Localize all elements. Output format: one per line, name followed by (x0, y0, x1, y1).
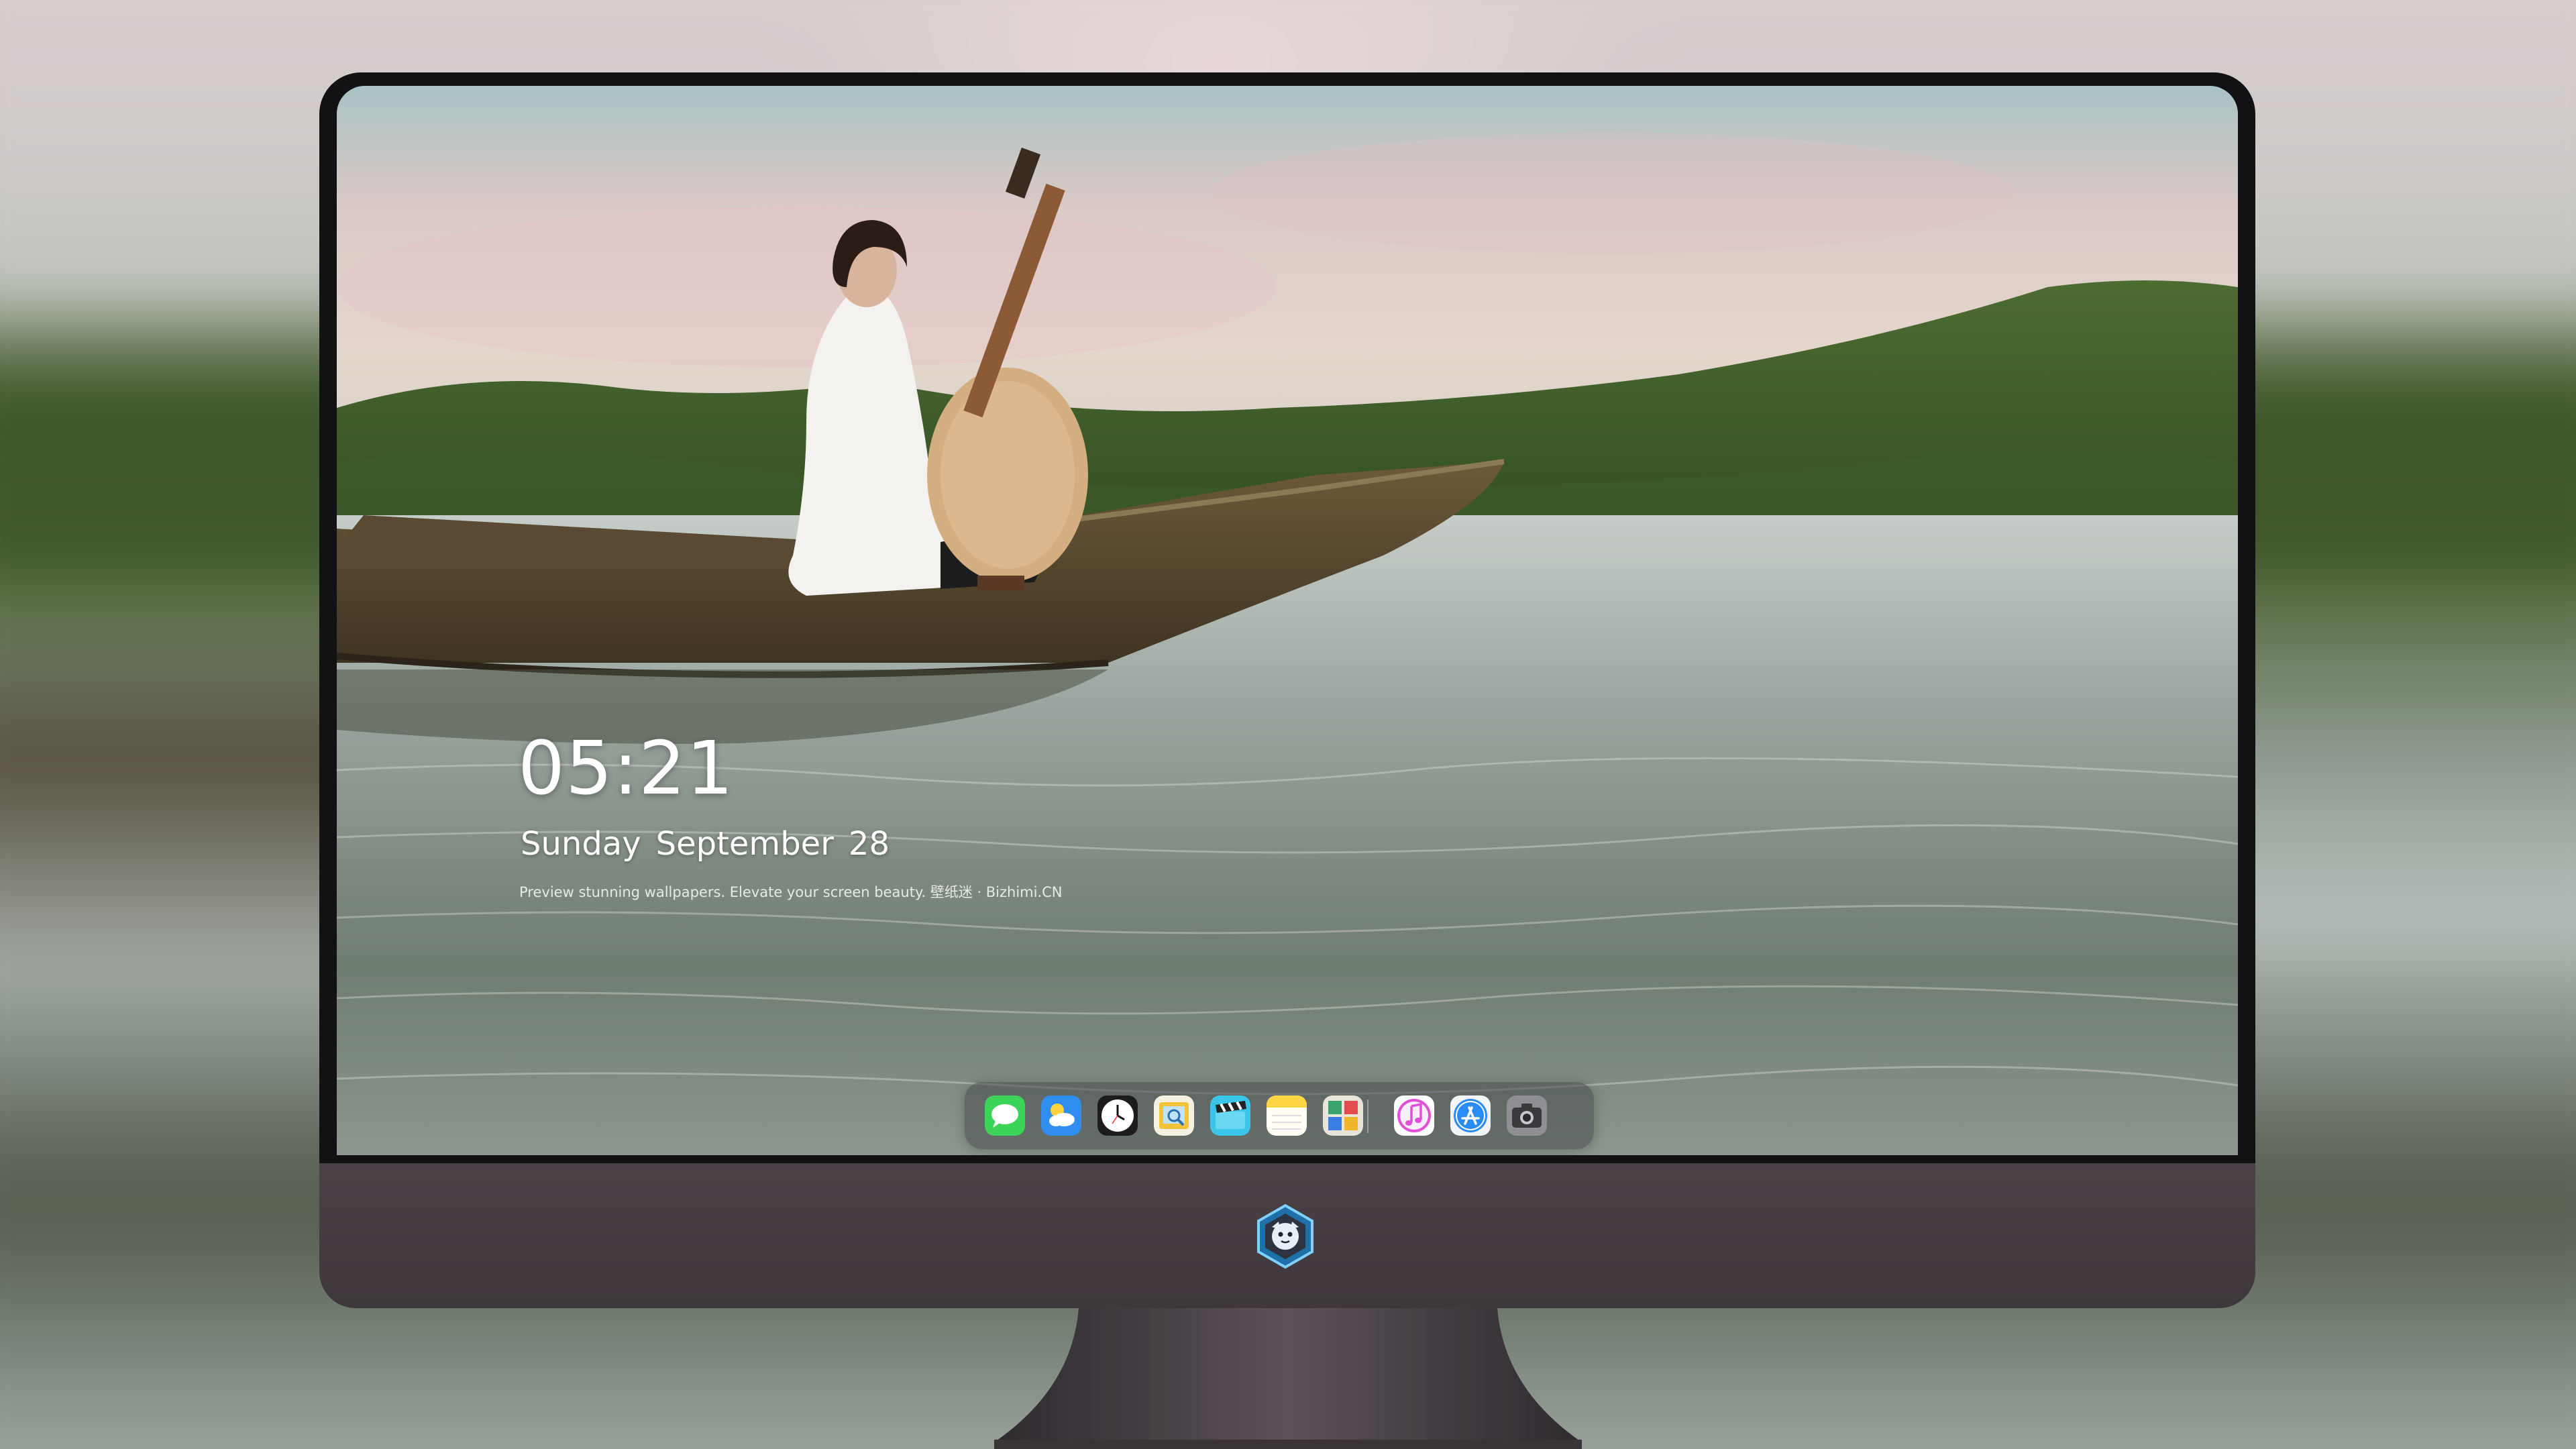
app-store-icon[interactable] (1450, 1095, 1491, 1136)
lock-screen-date: Sunday September 28 (521, 828, 904, 860)
date-day: 28 (848, 825, 890, 863)
music-note-icon[interactable] (1394, 1095, 1434, 1136)
weather-icon[interactable] (1041, 1095, 1081, 1136)
lock-screen-time: 05:21 (518, 725, 735, 811)
date-month: September (655, 825, 834, 863)
notes-icon[interactable] (1267, 1095, 1307, 1136)
wallpaper-tagline: Preview stunning wallpapers. Elevate you… (519, 884, 1063, 900)
monitor-stand (994, 1308, 1582, 1449)
clock-icon[interactable] (1097, 1095, 1138, 1136)
photo-booth-icon[interactable] (1323, 1095, 1363, 1136)
dock-separator (1367, 1099, 1368, 1133)
desktop-scene: 05:21 Sunday September 28 Preview stunning… (0, 0, 2576, 1449)
clapper-icon[interactable] (1210, 1095, 1250, 1136)
messages-icon[interactable] (985, 1095, 1025, 1136)
date-weekday: Sunday (521, 825, 641, 863)
dock (965, 1082, 1594, 1149)
wallpaper-image (337, 86, 2238, 1155)
preview-icon[interactable] (1154, 1095, 1194, 1136)
brand-logo-icon (1257, 1203, 1313, 1269)
camera-icon[interactable] (1507, 1095, 1547, 1136)
monitor-screen: 05:21 Sunday September 28 Preview stunning… (337, 86, 2238, 1155)
